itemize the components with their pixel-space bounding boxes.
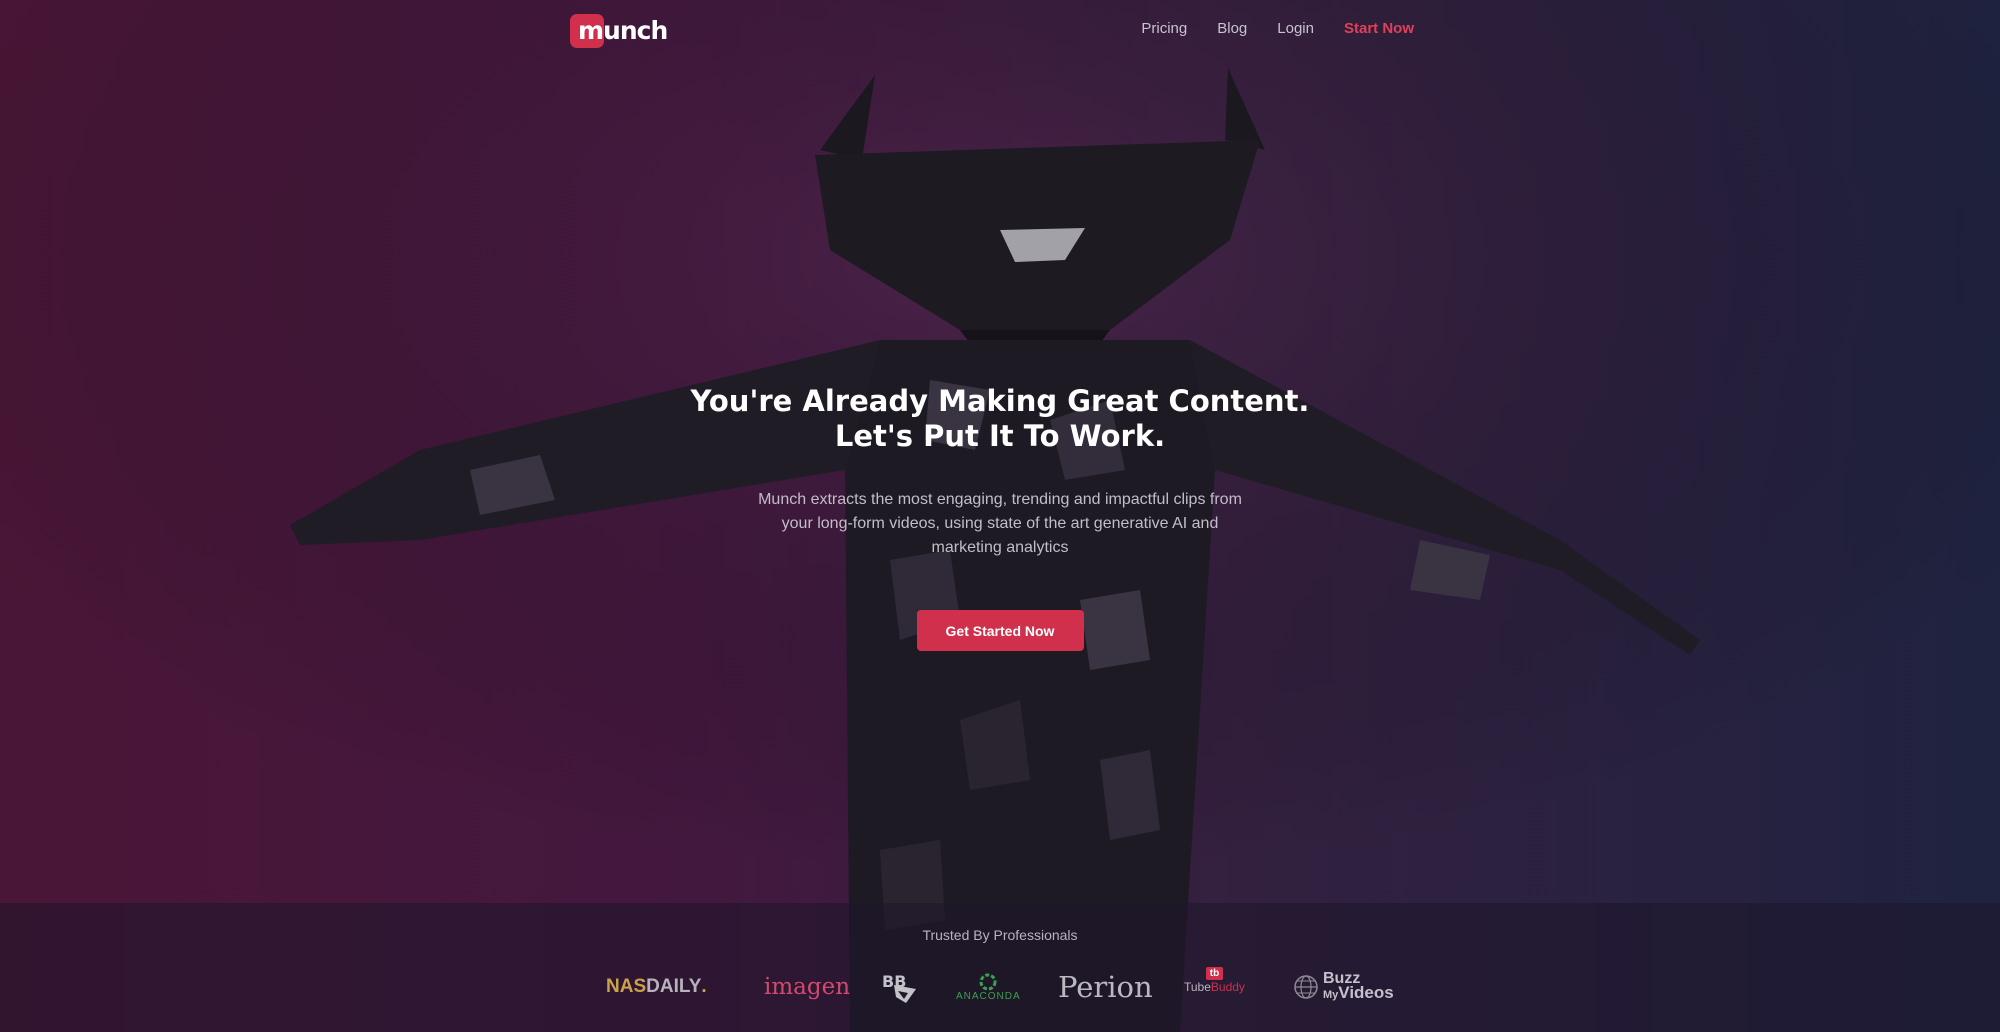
globe-icon xyxy=(1294,975,1318,999)
tubebuddy-wordmark: TubeBuddy xyxy=(1184,980,1245,994)
bbs-emblem-icon: BB xyxy=(882,972,916,1003)
buzz-videos: Videos xyxy=(1338,983,1394,1002)
get-started-button[interactable]: Get Started Now xyxy=(916,610,1084,651)
nasdaily-daily: DAILY xyxy=(646,976,702,997)
anaconda-logo: ANACONDA xyxy=(956,967,1021,1007)
bbs-logo: BB xyxy=(880,967,920,1007)
tubebuddy-badge-icon: tb xyxy=(1205,967,1224,980)
logo-text: munch xyxy=(578,16,668,45)
munch-logo[interactable]: munch xyxy=(570,14,668,48)
nasdaily-nas: NAS xyxy=(606,976,647,997)
hero-section: You're Already Making Great Content. Let… xyxy=(0,384,2000,651)
hero-subtitle: Munch extracts the most engaging, trendi… xyxy=(758,491,1242,556)
buzz-line2: MyVideos xyxy=(1323,983,1394,1002)
tubebuddy-buddy: Buddy xyxy=(1210,980,1245,994)
hero-headline: You're Already Making Great Content. Let… xyxy=(0,384,2000,454)
buzzmyvideos-wordmark: Buzz MyVideos xyxy=(1323,971,1394,1002)
nav-link-blog[interactable]: Blog xyxy=(1217,20,1247,37)
top-navigation: munch Pricing Blog Login Start Now xyxy=(0,0,2000,62)
nav-links: Pricing Blog Login Start Now xyxy=(1141,20,1414,37)
perion-logo: Perion xyxy=(1058,970,1153,1004)
nav-link-login[interactable]: Login xyxy=(1277,20,1314,37)
nav-link-pricing[interactable]: Pricing xyxy=(1141,20,1187,37)
headline-line-1: You're Already Making Great Content. xyxy=(690,384,1310,418)
headline-line-2: Let's Put It To Work. xyxy=(834,419,1166,453)
tubebuddy-tube: Tube xyxy=(1184,980,1211,994)
trusted-by-section: Trusted By Professionals NAS DAILY . ima… xyxy=(0,903,2000,1032)
imagen-logo: imagen xyxy=(764,974,851,1000)
start-now-link[interactable]: Start Now xyxy=(1344,20,1414,37)
buzzmyvideos-logo: Buzz MyVideos xyxy=(1293,967,1394,1007)
trusted-title: Trusted By Professionals xyxy=(922,927,1078,943)
anaconda-text: ANACONDA xyxy=(956,990,1021,1002)
nasdaily-logo: NAS DAILY . xyxy=(606,967,707,1007)
anaconda-ring-icon xyxy=(979,973,997,990)
nasdaily-dot: . xyxy=(701,976,707,997)
buzz-my: My xyxy=(1323,989,1339,1001)
tubebuddy-logo: tb TubeBuddy xyxy=(1184,967,1245,1007)
partner-logos: NAS DAILY . imagen BB ANACONDA Perion tb… xyxy=(606,967,1396,1007)
